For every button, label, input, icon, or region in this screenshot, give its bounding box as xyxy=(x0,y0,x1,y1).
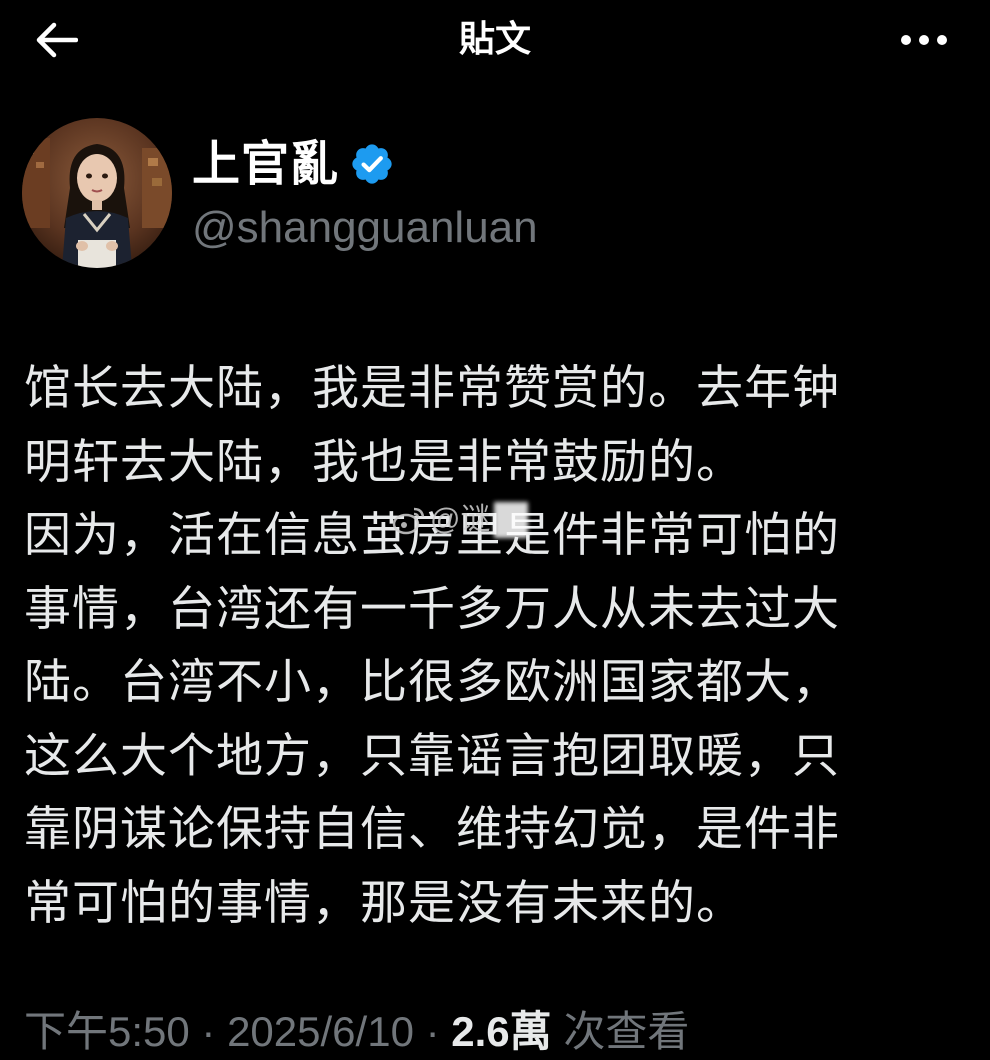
author-display-name[interactable]: 上官亂 xyxy=(192,132,339,196)
watermark-redaction xyxy=(494,502,529,538)
tweet-line: 这么大个地方，只靠谣言抱团取暖，只 xyxy=(24,728,840,784)
top-bar: 貼文 xyxy=(0,0,990,80)
author-handle[interactable]: @shangguanluan xyxy=(192,200,538,256)
tweet-line: 靠阴谋论保持自信、维持幻觉，是件非 xyxy=(24,802,840,857)
tweet-meta: 下午5:50 · 2025/6/10 · 2.6萬 次查看 xyxy=(24,1004,689,1060)
tweet-text: 馆长去大陆，我是非常赞赏的。去年钟 明轩去大陆，我也是非常鼓励的。 因为，活在信… xyxy=(24,352,974,940)
page-title: 貼文 xyxy=(458,19,531,60)
tweet-line: 明轩去大陆，我也是非常鼓励的。 xyxy=(24,434,744,490)
more-horizontal-icon xyxy=(901,35,947,45)
views-count: 2.6萬 xyxy=(451,1008,552,1055)
views-label: 次查看 xyxy=(551,1008,690,1055)
tweet-line: 陆。台湾不小，比很多欧洲国家都大， xyxy=(24,655,840,710)
avatar[interactable] xyxy=(22,118,172,268)
meta-separator: · xyxy=(189,1008,228,1055)
more-options-button[interactable] xyxy=(894,16,954,64)
verified-badge-icon xyxy=(349,141,395,187)
tweet-line: 事情，台湾还有一千多万人从未去过大 xyxy=(24,581,840,637)
watermark: @谜 xyxy=(392,500,529,540)
tweet-line: 馆长去大陆，我是非常赞赏的。去年钟 xyxy=(24,361,840,416)
author-name-row[interactable]: 上官亂 xyxy=(192,132,395,196)
watermark-text: @谜 xyxy=(430,503,491,536)
weibo-icon xyxy=(392,507,425,535)
avatar-image xyxy=(22,118,172,268)
meta-separator: · xyxy=(413,1008,452,1055)
tweet-line: 常可怕的事情，那是没有未来的。 xyxy=(24,875,744,931)
post-date[interactable]: 2025/6/10 xyxy=(227,1008,414,1055)
post-time[interactable]: 下午5:50 xyxy=(24,1008,190,1055)
